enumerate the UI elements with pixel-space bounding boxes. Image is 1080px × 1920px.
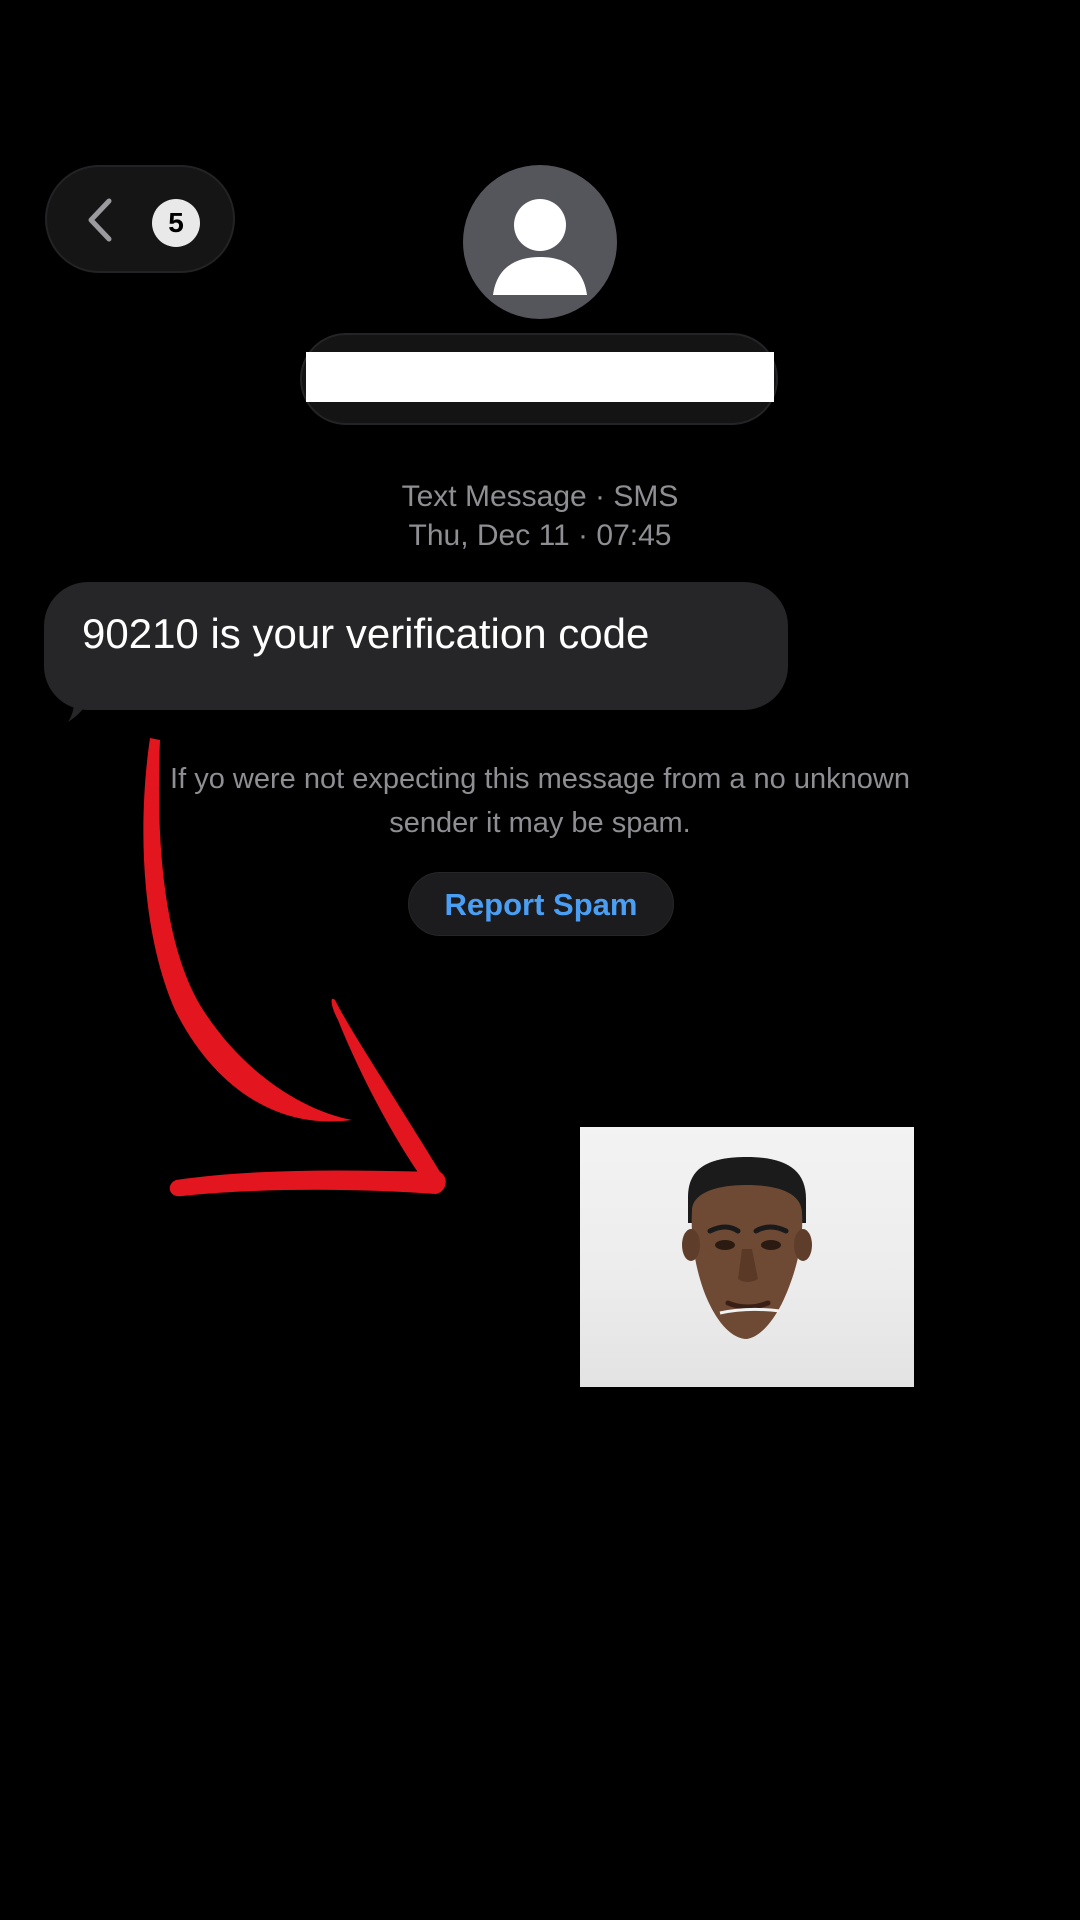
bubble-tail <box>68 686 94 722</box>
report-spam-button[interactable]: Report Spam <box>408 872 674 936</box>
contact-avatar[interactable] <box>463 165 617 319</box>
face-photo <box>580 1127 914 1387</box>
back-button[interactable]: 5 <box>45 165 235 273</box>
chevron-left-icon <box>88 198 112 242</box>
message-timestamp: Thu, Dec 11 · 07:45 <box>408 519 672 552</box>
unread-count-badge: 5 <box>152 199 200 247</box>
spam-notice-line-2: sender it may be spam. <box>389 807 691 839</box>
face-photo-graphic <box>682 1157 812 1339</box>
person-silhouette-icon <box>493 199 587 295</box>
contact-name-redaction <box>306 352 774 402</box>
message-text: 90210 is your verification code <box>82 610 650 657</box>
messages-screen: 5 Text Message · SMS Thu, Dec 11 · 07:45… <box>0 0 1080 1920</box>
channel-label: Text Message · SMS <box>401 480 679 513</box>
spam-notice-line-1: If yo were not expecting this message fr… <box>170 763 910 795</box>
